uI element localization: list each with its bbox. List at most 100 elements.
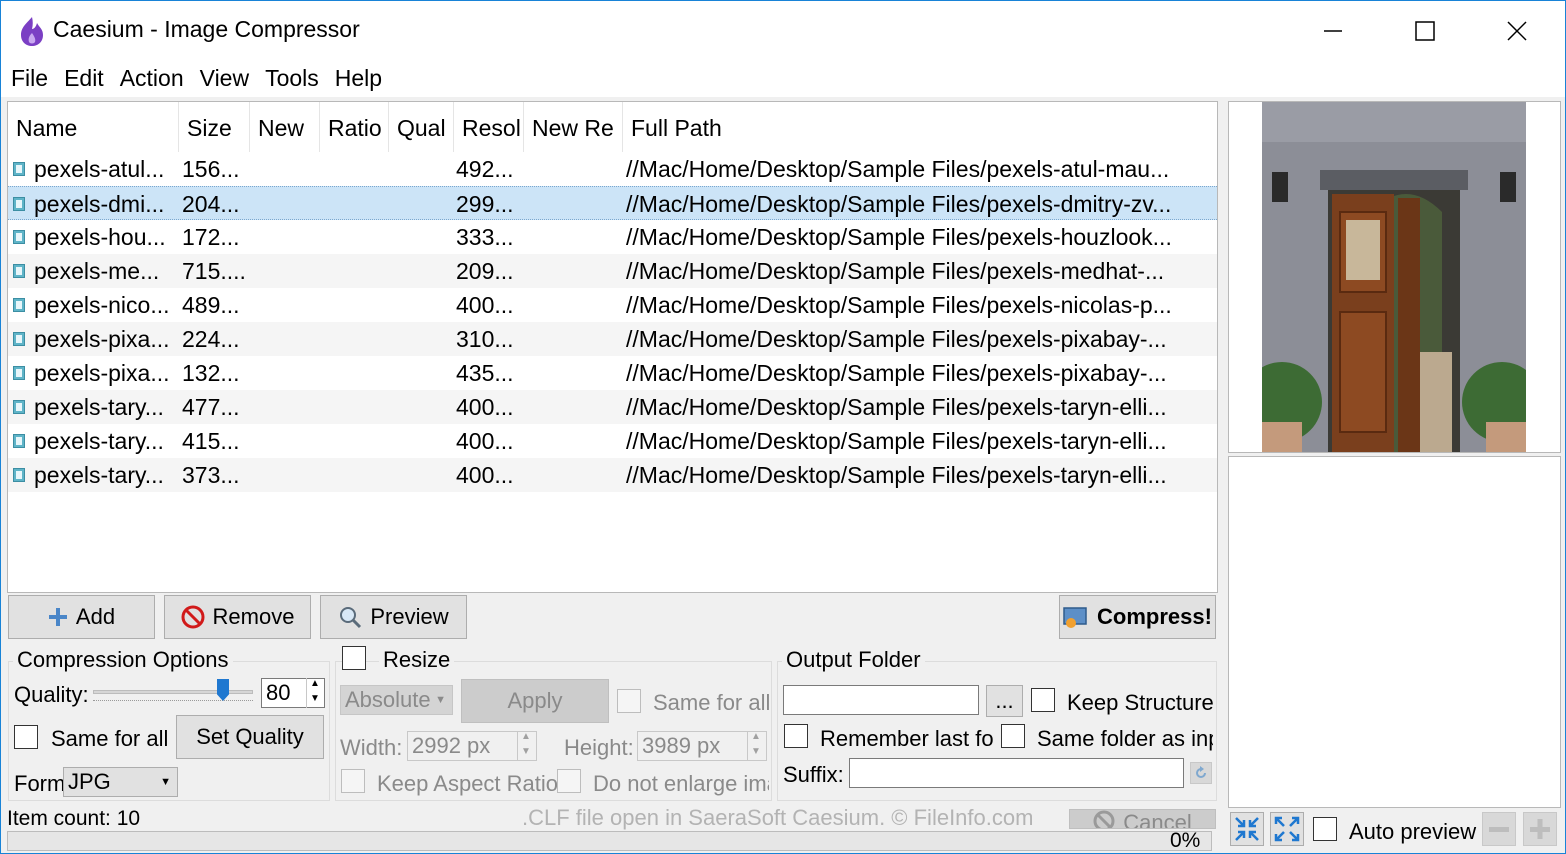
cancel-button[interactable]: Cancel bbox=[1069, 809, 1216, 829]
chevron-down-icon: ▼ bbox=[160, 776, 171, 788]
magnifier-icon bbox=[340, 607, 362, 629]
menu-tools[interactable]: Tools bbox=[257, 61, 327, 97]
keep-structure-checkbox[interactable] bbox=[1031, 688, 1055, 712]
menu-edit[interactable]: Edit bbox=[56, 61, 112, 97]
quality-same-for-all-checkbox[interactable] bbox=[14, 725, 38, 749]
cell-size: 489... bbox=[182, 292, 240, 318]
output-folder-title: Output Folder bbox=[782, 647, 925, 673]
quality-value: 80 bbox=[266, 680, 291, 705]
column-header-name[interactable]: Name bbox=[8, 102, 179, 152]
apply-button[interactable]: Apply bbox=[461, 679, 609, 723]
menu-view[interactable]: View bbox=[192, 61, 257, 97]
cell-size: 477... bbox=[182, 394, 240, 420]
minimize-button[interactable] bbox=[1287, 1, 1379, 61]
column-header-ratio[interactable]: Ratio bbox=[320, 102, 389, 152]
compress-button[interactable]: Compress! bbox=[1059, 595, 1216, 639]
table-row[interactable]: pexels-tary... 415... 400... //Mac/Home/… bbox=[8, 424, 1217, 458]
height-label: Height: bbox=[564, 735, 634, 760]
cell-name: pexels-tary... bbox=[34, 462, 164, 488]
table-row[interactable]: pexels-tary... 477... 400... //Mac/Home/… bbox=[8, 390, 1217, 424]
item-count: Item count: 10 bbox=[7, 807, 141, 830]
quality-spin-arrows[interactable] bbox=[306, 678, 324, 708]
same-folder-label: Same folder as inp bbox=[1037, 726, 1213, 751]
menu-action[interactable]: Action bbox=[112, 61, 192, 97]
cell-name: pexels-tary... bbox=[34, 428, 164, 454]
cell-resolution: 400... bbox=[456, 462, 514, 488]
table-row[interactable]: pexels-tary... 373... 400... //Mac/Home/… bbox=[8, 458, 1217, 492]
auto-preview-checkbox[interactable] bbox=[1313, 817, 1337, 841]
table-row[interactable]: pexels-me... 715.... 209... //Mac/Home/D… bbox=[8, 254, 1217, 288]
width-label: Width: bbox=[340, 735, 403, 760]
resize-mode-dropdown[interactable]: Absolute ▼ bbox=[340, 685, 453, 715]
keep-aspect-ratio-checkbox[interactable] bbox=[341, 769, 365, 793]
image-file-icon bbox=[13, 434, 25, 448]
preview-button[interactable]: Preview bbox=[320, 595, 467, 639]
height-spin-arrows[interactable] bbox=[747, 731, 765, 761]
zoom-out-button[interactable] bbox=[1482, 812, 1516, 846]
cell-resolution: 310... bbox=[456, 326, 514, 352]
add-button[interactable]: Add bbox=[8, 595, 155, 639]
width-spin-arrows[interactable] bbox=[517, 731, 535, 761]
compress-label: Compress! bbox=[1097, 604, 1212, 629]
image-file-icon bbox=[13, 197, 25, 211]
column-header-new[interactable]: New bbox=[250, 102, 320, 152]
zoom-in-button[interactable] bbox=[1523, 812, 1557, 846]
watermark-text: .CLF file open in SaeraSoft Caesium. © F… bbox=[522, 805, 1034, 830]
cell-resolution: 400... bbox=[456, 394, 514, 420]
table-row[interactable]: pexels-pixa... 224... 310... //Mac/Home/… bbox=[8, 322, 1217, 356]
table-row-selected[interactable]: pexels-dmi... 204... 299... //Mac/Home/D… bbox=[8, 186, 1217, 220]
format-dropdown[interactable]: JPG ▼ bbox=[63, 767, 178, 797]
cell-path: //Mac/Home/Desktop/Sample Files/pexels-h… bbox=[626, 224, 1172, 250]
plus-icon bbox=[1530, 819, 1550, 839]
image-file-icon bbox=[13, 400, 25, 414]
browse-folder-button[interactable]: ... bbox=[986, 685, 1023, 717]
suffix-label: Suffix: bbox=[783, 762, 844, 787]
close-icon bbox=[1507, 21, 1527, 41]
remove-button[interactable]: Remove bbox=[164, 595, 311, 639]
quality-slider-track[interactable] bbox=[93, 690, 253, 694]
zoom-full-button[interactable] bbox=[1270, 812, 1304, 846]
column-header-quality[interactable]: Qual bbox=[389, 102, 454, 152]
zoom-fit-button[interactable] bbox=[1230, 812, 1264, 846]
cell-path: //Mac/Home/Desktop/Sample Files/pexels-d… bbox=[626, 191, 1172, 217]
menu-file[interactable]: File bbox=[3, 61, 56, 97]
output-folder-input[interactable] bbox=[783, 685, 979, 715]
expand-arrows-icon bbox=[1274, 816, 1300, 842]
menu-help[interactable]: Help bbox=[327, 61, 390, 97]
close-button[interactable] bbox=[1471, 1, 1563, 61]
table-row[interactable]: pexels-hou... 172... 333... //Mac/Home/D… bbox=[8, 220, 1217, 254]
resize-same-for-all-checkbox[interactable] bbox=[617, 689, 641, 713]
do-not-enlarge-checkbox[interactable] bbox=[557, 769, 581, 793]
auto-preview-label: Auto preview bbox=[1349, 819, 1477, 844]
image-file-icon bbox=[13, 264, 25, 278]
table-row[interactable]: pexels-pixa... 132... 435... //Mac/Home/… bbox=[8, 356, 1217, 390]
maximize-button[interactable] bbox=[1379, 1, 1471, 61]
cell-size: 172... bbox=[182, 224, 240, 250]
set-quality-button[interactable]: Set Quality bbox=[176, 715, 324, 759]
progress-percent: 0% bbox=[1170, 829, 1201, 852]
compressed-preview-pane bbox=[1228, 456, 1561, 808]
cell-name: pexels-pixa... bbox=[34, 326, 170, 352]
same-folder-checkbox[interactable] bbox=[1001, 724, 1025, 748]
column-header-size[interactable]: Size bbox=[179, 102, 250, 152]
column-header-new-resolution[interactable]: New Re bbox=[524, 102, 623, 152]
table-row[interactable]: pexels-atul... 156... 492... //Mac/Home/… bbox=[8, 152, 1217, 186]
table-row[interactable]: pexels-nico... 489... 400... //Mac/Home/… bbox=[8, 288, 1217, 322]
suffix-input[interactable] bbox=[849, 758, 1184, 788]
browse-folder-label: ... bbox=[995, 688, 1014, 713]
cell-path: //Mac/Home/Desktop/Sample Files/pexels-a… bbox=[626, 156, 1170, 182]
image-preview bbox=[1262, 102, 1526, 452]
remember-last-folder-checkbox[interactable] bbox=[784, 724, 808, 748]
refresh-suffix-button[interactable] bbox=[1190, 762, 1212, 784]
compress-icon bbox=[1063, 607, 1087, 628]
column-header-resolution[interactable]: Resol bbox=[454, 102, 524, 152]
column-header-full-path[interactable]: Full Path bbox=[623, 102, 1217, 152]
cell-resolution: 299... bbox=[456, 191, 514, 217]
file-table[interactable]: Name Size New Ratio Qual Resol New Re Fu… bbox=[7, 101, 1218, 593]
format-value: JPG bbox=[68, 769, 111, 794]
resize-checkbox[interactable] bbox=[342, 646, 366, 670]
app-window: Caesium - Image Compressor File Edit Act… bbox=[0, 0, 1566, 854]
add-label: Add bbox=[75, 604, 116, 629]
plus-icon bbox=[48, 608, 67, 626]
format-label: Form bbox=[14, 771, 66, 796]
